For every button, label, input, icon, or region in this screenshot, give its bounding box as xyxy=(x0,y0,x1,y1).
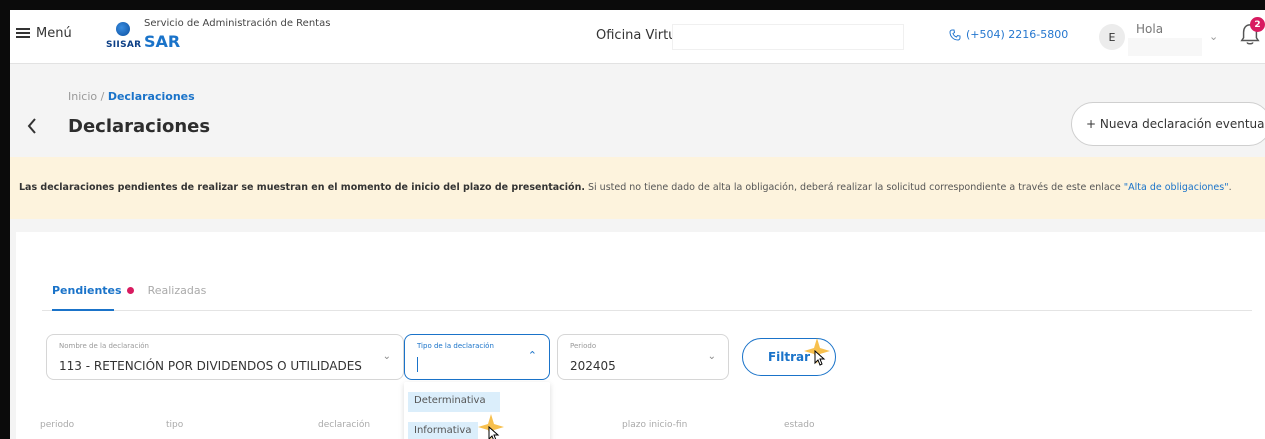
hamburger-icon xyxy=(16,28,30,39)
chevron-down-icon[interactable]: ⌄ xyxy=(1209,30,1218,43)
new-declaration-button[interactable]: + Nueva declaración eventual xyxy=(1071,102,1265,146)
tab-pendientes-label: Pendientes xyxy=(52,284,122,297)
phone-icon xyxy=(949,29,961,41)
active-tab-indicator xyxy=(52,309,114,311)
chevron-left-icon xyxy=(27,118,36,134)
tab-divider xyxy=(42,310,1252,311)
tabs: Pendientes Realizadas xyxy=(52,284,206,297)
breadcrumb-current: Declaraciones xyxy=(107,90,195,103)
chevron-down-icon: ⌄ xyxy=(382,351,391,362)
user-name xyxy=(1128,38,1202,56)
notification-badge: 2 xyxy=(1250,17,1265,32)
period-label: Periodo xyxy=(570,342,597,350)
mouse-cursor-icon xyxy=(814,350,826,366)
type-dropdown: Determinativa Informativa xyxy=(404,382,550,439)
breadcrumb: Inicio / Declaraciones xyxy=(68,90,195,103)
tab-realizadas[interactable]: Realizadas xyxy=(148,284,207,297)
pending-dot-icon xyxy=(126,287,134,294)
back-button[interactable] xyxy=(26,116,38,140)
chevron-down-icon: ⌄ xyxy=(707,351,716,362)
globe-icon xyxy=(116,22,130,36)
declaration-type-label: Tipo de la declaración xyxy=(417,342,494,350)
avatar[interactable]: E xyxy=(1099,24,1125,50)
option-informativa[interactable]: Informativa xyxy=(408,422,478,439)
notice-end: . xyxy=(1228,182,1232,193)
menu-button[interactable]: Menú xyxy=(16,26,72,41)
top-bar: Menú SIISAR Servicio de Administración d… xyxy=(10,10,1265,64)
declaration-name-select[interactable]: Nombre de la declaración 113 - RETENCIÓN… xyxy=(46,334,404,380)
declaration-type-select[interactable]: Tipo de la declaración ⌃ xyxy=(404,334,550,380)
option-determinativa[interactable]: Determinativa xyxy=(408,392,500,412)
page-title: Declaraciones xyxy=(68,116,211,137)
column-declaracion: declaración xyxy=(318,420,371,430)
tab-pendientes[interactable]: Pendientes xyxy=(52,284,134,297)
greeting: Hola xyxy=(1136,22,1164,36)
column-tipo: tipo xyxy=(166,420,184,430)
breadcrumb-separator: / xyxy=(97,90,108,103)
column-periodo: periodo xyxy=(40,420,75,430)
column-estado: estado xyxy=(784,420,815,430)
info-notice: Las declaraciones pendientes de realizar… xyxy=(10,157,1265,219)
breadcrumb-home[interactable]: Inicio xyxy=(68,90,97,103)
logo-text: SIISAR xyxy=(106,40,142,50)
column-plazo: plazo inicio-fin xyxy=(622,420,688,430)
phone-link[interactable]: (+504) 2216-5800 xyxy=(949,28,1068,41)
org-name: Servicio de Administración de Rentas xyxy=(144,18,331,29)
org-short: SAR xyxy=(144,32,181,51)
period-select[interactable]: Periodo 202405 ⌄ xyxy=(557,334,729,380)
chevron-up-icon: ⌃ xyxy=(527,349,537,362)
declaration-name-label: Nombre de la declaración xyxy=(59,342,149,350)
notice-text: Si usted no tiene dado de alta la obliga… xyxy=(584,182,1124,193)
mouse-cursor-icon xyxy=(488,426,500,439)
declarations-card: Pendientes Realizadas Nombre de la decla… xyxy=(16,232,1265,439)
menu-label: Menú xyxy=(36,26,72,41)
period-value: 202405 xyxy=(570,359,616,373)
declaration-name-value: 113 - RETENCIÓN POR DIVIDENDOS O UTILIDA… xyxy=(59,359,362,373)
text-caret xyxy=(417,357,418,372)
alta-obligaciones-link[interactable]: "Alta de obligaciones" xyxy=(1124,182,1229,193)
app-window: Menú SIISAR Servicio de Administración d… xyxy=(10,10,1265,439)
office-field xyxy=(672,24,904,50)
phone-number: (+504) 2216-5800 xyxy=(966,28,1069,41)
notice-bold: Las declaraciones pendientes de realizar… xyxy=(19,182,585,193)
